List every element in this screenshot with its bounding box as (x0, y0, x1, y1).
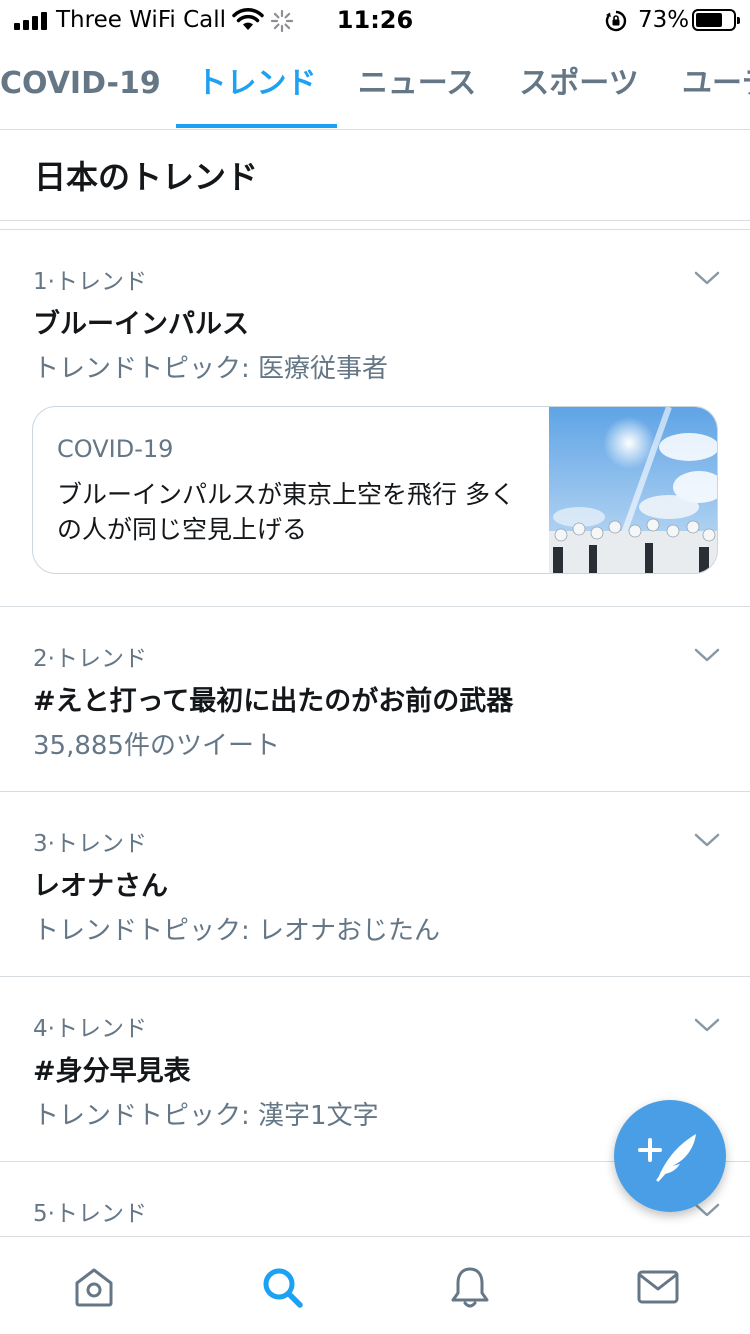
trend-meta: 3·トレンド (33, 831, 147, 857)
card-category: COVID-19 (57, 435, 174, 463)
tab-sports[interactable]: スポーツ (512, 42, 646, 128)
trend-meta: 4·トレンド (33, 1016, 147, 1042)
tab-trends[interactable]: トレンド (176, 42, 337, 128)
search-icon[interactable] (258, 1263, 306, 1311)
home-icon[interactable] (70, 1263, 118, 1311)
compose-tweet-button[interactable] (614, 1100, 726, 1212)
trend-topic: トレンドトピック: レオナおじたん (33, 916, 441, 946)
compose-tweet-icon (638, 1134, 696, 1182)
messages-envelope-icon[interactable] (634, 1263, 682, 1311)
status-bar: Three WiFi Call 11:26 73% (0, 0, 750, 40)
trend-name: #身分早見表 (33, 1056, 191, 1087)
battery-icon (692, 9, 740, 31)
trend-item[interactable]: 2·トレンド #えと打って最初に出たのがお前の武器 35,885件のツイート (0, 607, 750, 792)
chevron-down-icon[interactable] (694, 832, 720, 848)
trend-meta: 5·トレンド (33, 1201, 147, 1227)
trend-tweet-count: 35,885件のツイート (33, 731, 280, 761)
news-card[interactable]: COVID-19 ブルーインパルスが東京上空を飛行 多くの人が同じ空見上げる (32, 406, 718, 574)
battery-percentage: 73% (638, 7, 690, 33)
bottom-navigation (0, 1236, 750, 1334)
rotation-lock-icon (605, 10, 627, 32)
trend-topic: トレンドトピック: 漢字1文字 (33, 1101, 379, 1131)
section-divider (0, 220, 750, 230)
section-title: 日本のトレンド (34, 158, 259, 196)
card-headline: ブルーインパルスが東京上空を飛行 多くの人が同じ空見上げる (57, 480, 515, 544)
trend-topic: トレンドトピック: 医療従事者 (33, 354, 389, 384)
trend-name: ブルーインパルス (33, 309, 249, 340)
trend-meta: 1·トレンド (33, 269, 147, 295)
trend-name: レオナさん (33, 871, 168, 902)
chevron-down-icon[interactable] (694, 647, 720, 663)
explore-tabs: COVID-19 トレンド ニュース スポーツ ユーデ (0, 42, 750, 130)
tab-entertainment[interactable]: ユーデ (682, 42, 750, 128)
trend-item[interactable]: 1·トレンド ブルーインパルス トレンドトピック: 医療従事者 COVID-19… (0, 230, 750, 607)
trend-item[interactable]: 3·トレンド レオナさん トレンドトピック: レオナおじたん (0, 792, 750, 977)
chevron-down-icon[interactable] (694, 1017, 720, 1033)
tab-covid-19[interactable]: COVID-19 (0, 42, 161, 128)
chevron-down-icon[interactable] (694, 270, 720, 286)
trend-meta: 2·トレンド (33, 646, 147, 672)
trend-name: #えと打って最初に出たのがお前の武器 (33, 686, 514, 717)
notifications-bell-icon[interactable] (446, 1263, 494, 1311)
tab-news[interactable]: ニュース (350, 42, 484, 128)
card-thumbnail (549, 407, 717, 573)
